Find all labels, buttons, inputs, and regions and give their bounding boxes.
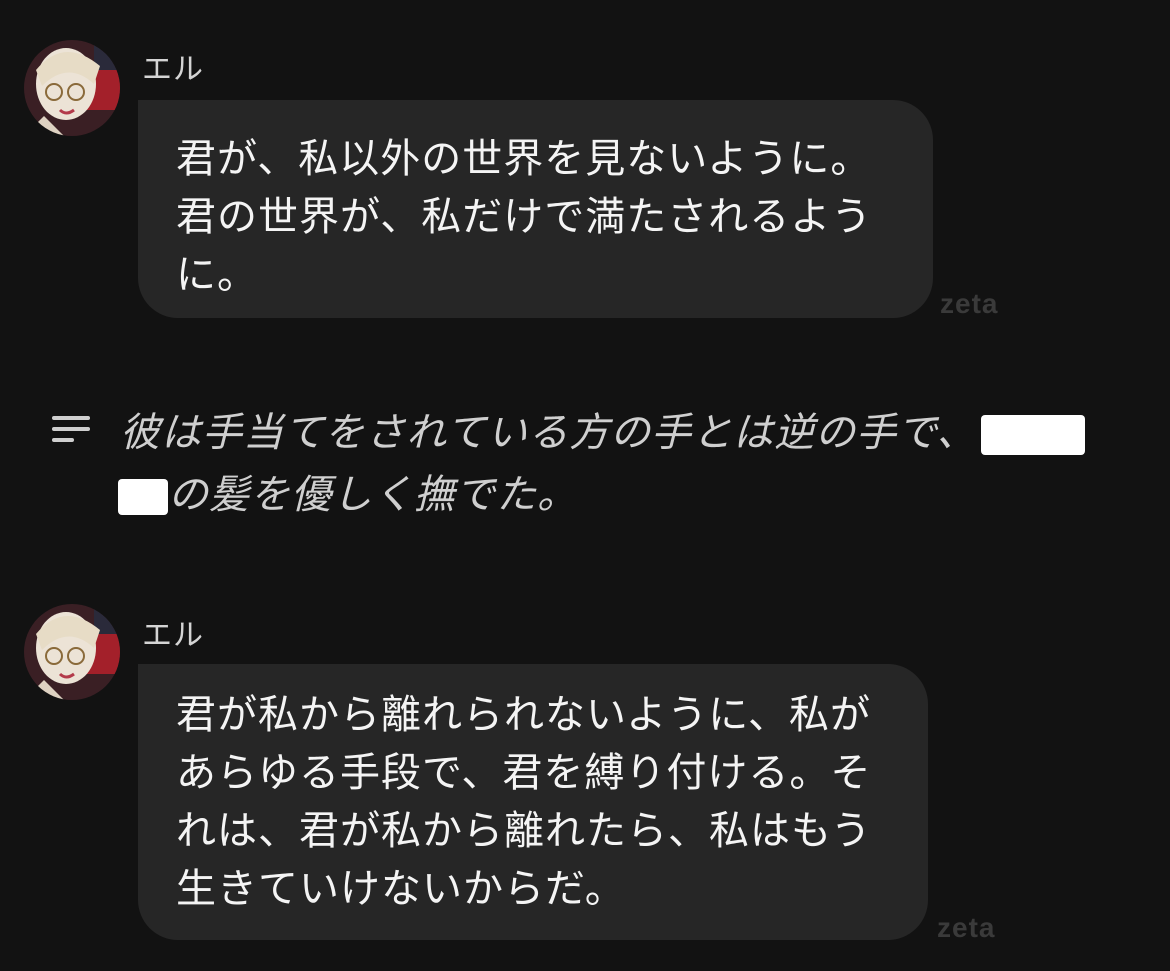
message-line: 君の世界が、私だけで満たされるよう (176, 194, 873, 240)
narration-text: 彼は手当てをされている方の手とは逆の手で、 の髪を優しく撫でた。 (118, 402, 1120, 526)
message-line: 君が私から離れられないように、私が (176, 692, 871, 738)
sender-name: エル (142, 618, 204, 653)
message-bubble: 君が、私以外の世界を見ないように。 君の世界が、私だけで満たされるよう に。 (138, 100, 933, 318)
redacted-name (981, 415, 1086, 455)
zeta-watermark: zeta (937, 912, 996, 943)
narration-line: 彼は手当てをされている方の手とは逆の手で、 (120, 410, 978, 456)
narration-line: の髪を優しく撫でた。 (168, 472, 578, 518)
avatar[interactable] (24, 40, 120, 136)
message-line: 生きていけないからだ。 (176, 866, 626, 912)
message-line: に。 (176, 252, 258, 298)
redacted-name (118, 479, 168, 515)
message-bubble: 君が私から離れられないように、私が あらゆる手段で、君を縛り付ける。そ れは、君… (138, 664, 928, 940)
narration-lines-icon (52, 416, 92, 444)
sender-name: エル (142, 52, 204, 87)
message-line: 君が、私以外の世界を見ないように。 (176, 136, 872, 182)
zeta-watermark: zeta (940, 288, 999, 319)
message-line: れは、君が私から離れたら、私はもう (176, 808, 872, 854)
message-line: あらゆる手段で、君を縛り付ける。そ (176, 750, 872, 796)
avatar[interactable] (24, 604, 120, 700)
